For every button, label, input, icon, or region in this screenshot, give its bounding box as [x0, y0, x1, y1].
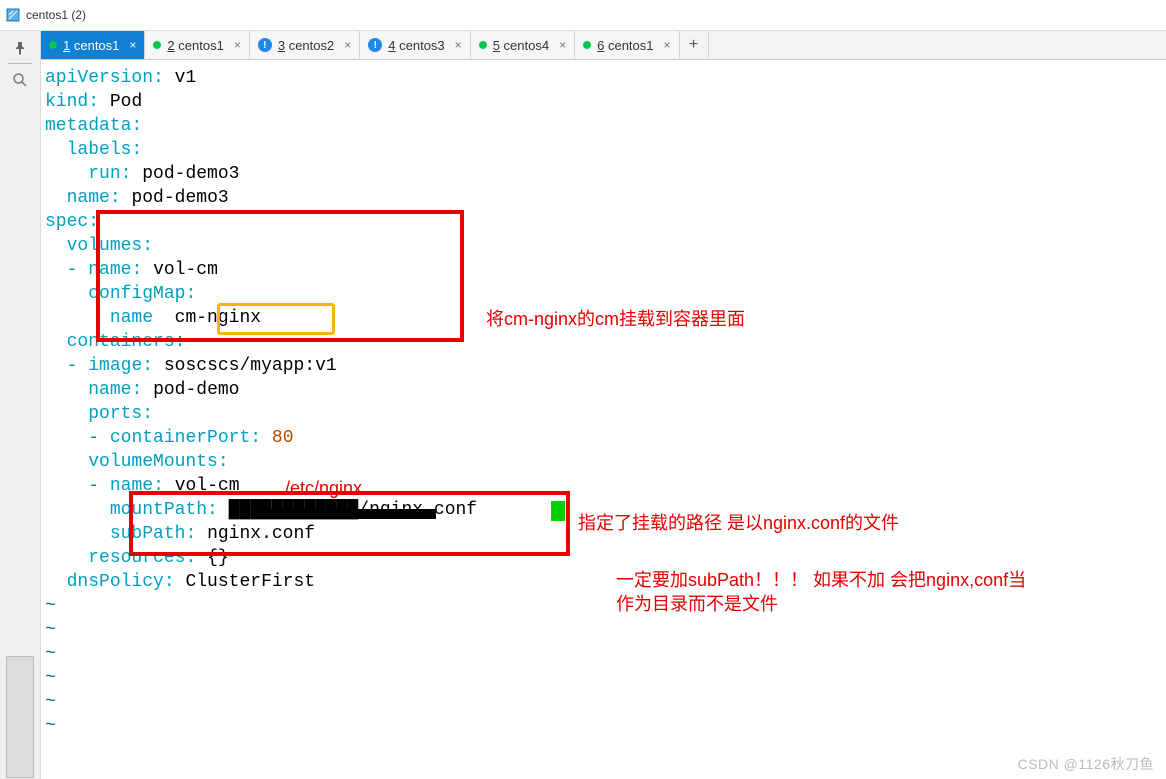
tab-label: 6 centos1: [597, 38, 653, 53]
tab-label: 2 centos1: [167, 38, 223, 53]
status-dot: [49, 41, 57, 49]
scrollbar-preview[interactable]: [6, 656, 34, 778]
window-title: centos1 (2): [26, 8, 86, 22]
close-icon[interactable]: ×: [451, 38, 462, 52]
close-icon[interactable]: ×: [555, 38, 566, 52]
tab-4[interactable]: ! 4 centos3 ×: [360, 31, 470, 59]
tab-bar: 1 centos1 × 2 centos1 × ! 3 centos2 × ! …: [41, 31, 1166, 60]
new-tab-button[interactable]: +: [680, 31, 709, 59]
code-content: apiVersion: v1 kind: Pod metadata: label…: [41, 60, 1166, 738]
status-dot: [153, 41, 161, 49]
close-icon[interactable]: ×: [230, 38, 241, 52]
alert-icon: !: [258, 38, 272, 52]
tab-5[interactable]: 5 centos4 ×: [471, 31, 575, 59]
close-icon[interactable]: ×: [125, 38, 136, 52]
window-title-bar: centos1 (2): [0, 0, 1166, 31]
pin-icon[interactable]: [11, 39, 29, 57]
status-dot: [479, 41, 487, 49]
left-gutter: [0, 31, 41, 779]
tab-label: 5 centos4: [493, 38, 549, 53]
search-icon[interactable]: [11, 71, 29, 89]
tab-2[interactable]: 2 centos1 ×: [145, 31, 249, 59]
close-icon[interactable]: ×: [340, 38, 351, 52]
tab-1[interactable]: 1 centos1 ×: [41, 31, 145, 59]
tab-label: 1 centos1: [63, 38, 119, 53]
editor[interactable]: apiVersion: v1 kind: Pod metadata: label…: [41, 60, 1166, 779]
tab-label: 3 centos2: [278, 38, 334, 53]
alert-icon: !: [368, 38, 382, 52]
tab-label: 4 centos3: [388, 38, 444, 53]
tab-3[interactable]: ! 3 centos2 ×: [250, 31, 360, 59]
tab-6[interactable]: 6 centos1 ×: [575, 31, 679, 59]
divider-icon: [8, 63, 32, 65]
status-dot: [583, 41, 591, 49]
close-icon[interactable]: ×: [660, 38, 671, 52]
app-icon: [6, 8, 20, 22]
watermark: CSDN @1126秋刀鱼: [1018, 754, 1154, 774]
